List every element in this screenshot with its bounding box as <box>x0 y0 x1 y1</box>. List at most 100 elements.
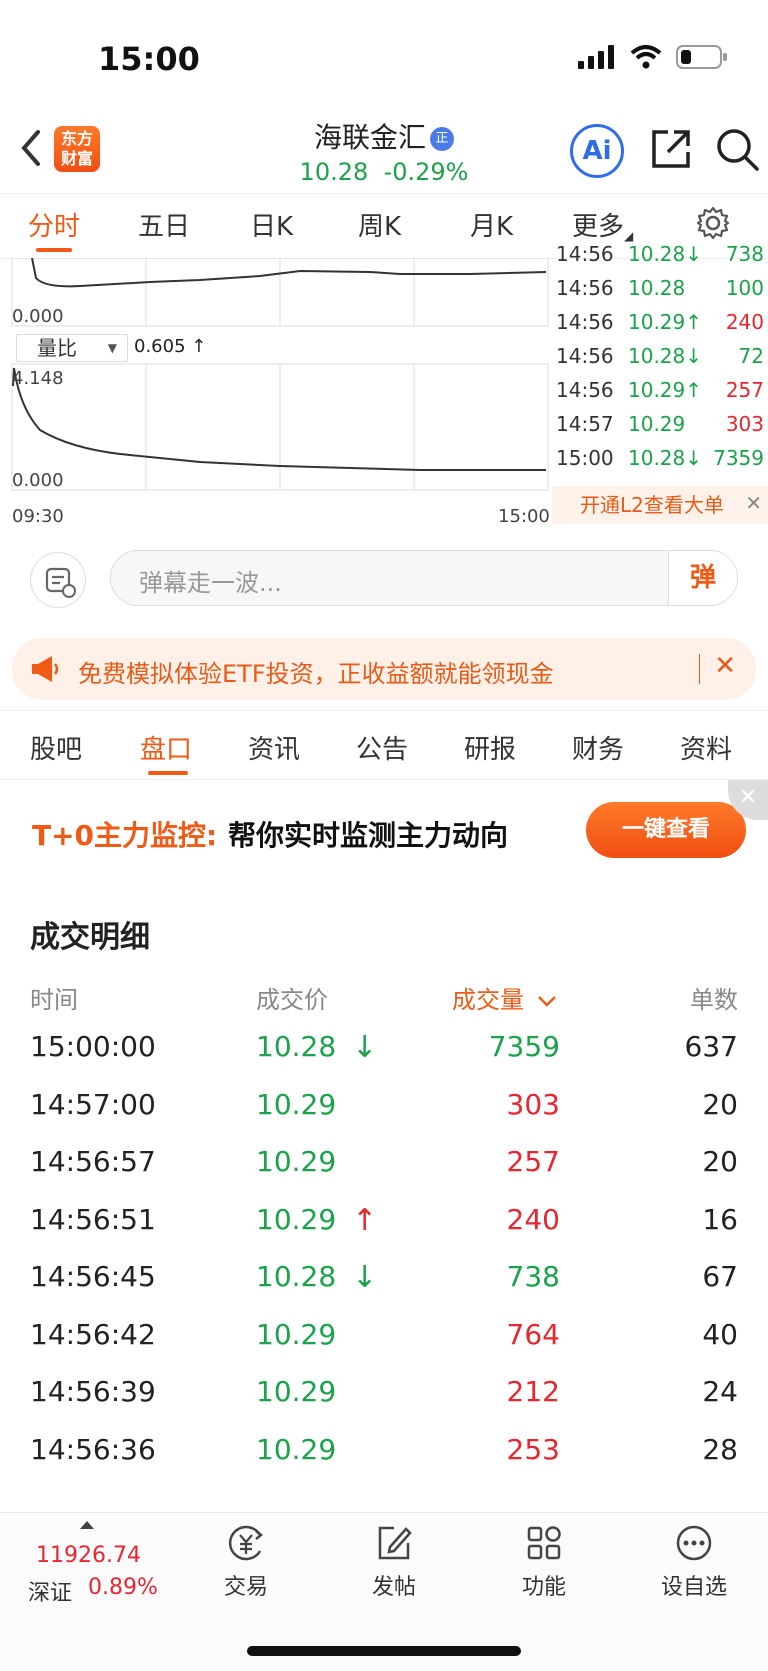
section-title: 成交明细 <box>30 920 150 955</box>
tab-intraday[interactable]: 分时 <box>28 206 80 243</box>
header-volume-sort[interactable]: 成交量 <box>452 980 558 1015</box>
danmaku-send-button[interactable]: 弹 <box>668 551 737 605</box>
row-price: 10.29 <box>256 1087 337 1121</box>
tab-forum[interactable]: 股吧 <box>30 729 82 766</box>
row-price: 10.29 <box>256 1432 337 1466</box>
tab-research[interactable]: 研报 <box>464 729 516 766</box>
tab-finance[interactable]: 财务 <box>572 729 624 766</box>
l2-upgrade-banner[interactable]: 开通L2查看大单 ✕ <box>552 486 768 524</box>
edit-icon <box>378 1526 412 1560</box>
time-end: 15:00 <box>498 506 550 527</box>
row-time: 14:56:36 <box>30 1432 156 1466</box>
tick-volume: 100 <box>725 276 764 300</box>
tick-row: 14:56 10.28 100 <box>552 276 768 310</box>
index-value[interactable]: 11926.74 <box>36 1543 141 1568</box>
t0-monitor-banner[interactable]: T+0主力监控: 帮你实时监测主力动向 一键查看 ✕ <box>0 780 768 880</box>
row-count: 20 <box>702 1087 738 1121</box>
tab-more[interactable]: 更多◢ <box>572 206 633 243</box>
danmaku-icon <box>45 567 76 598</box>
header-price: 成交价 <box>256 986 328 1014</box>
volume-axis-bottom: 0.000 <box>12 470 64 491</box>
table-row: 14:56:42 10.29 764 40 <box>0 1318 768 1379</box>
chevron-down-icon <box>537 996 556 1007</box>
row-volume: 212 <box>506 1375 560 1408</box>
volume-ratio-label: 量比 <box>37 336 77 360</box>
tab-order-book[interactable]: 盘口 <box>140 729 192 766</box>
header-count: 单数 <box>690 986 738 1014</box>
index-pct[interactable]: 0.89% <box>88 1575 158 1600</box>
nav-functions[interactable]: 功能 <box>494 1523 594 1601</box>
row-count: 637 <box>684 1030 738 1063</box>
row-time: 14:56:39 <box>30 1375 156 1408</box>
row-price: 10.29 <box>256 1145 337 1178</box>
danmaku-settings-button[interactable] <box>30 552 86 608</box>
row-count: 24 <box>702 1375 738 1408</box>
tab-five-day[interactable]: 五日 <box>138 206 190 243</box>
caret-up-icon[interactable] <box>80 1521 94 1529</box>
stock-name: 海联金汇 <box>313 121 426 154</box>
nav-trade[interactable]: 交易 <box>196 1523 296 1601</box>
row-volume: 764 <box>506 1317 560 1351</box>
tab-announcements[interactable]: 公告 <box>356 729 408 766</box>
search-icon[interactable] <box>716 128 760 172</box>
tab-news[interactable]: 资讯 <box>248 729 300 766</box>
megaphone-icon <box>32 656 59 682</box>
table-row: 14:56:39 10.29 212 24 <box>0 1375 768 1436</box>
header-time: 时间 <box>30 986 78 1014</box>
grid-icon <box>527 1526 561 1560</box>
danmaku-input[interactable]: 弹幕走一波... 弹 <box>110 550 738 606</box>
nav-trade-label: 交易 <box>223 1575 268 1600</box>
status-time: 15:00 <box>98 40 200 78</box>
row-time: 14:57:00 <box>30 1087 156 1121</box>
nav-add-watchlist[interactable]: 设自选 <box>644 1523 744 1601</box>
promo-divider <box>699 654 700 684</box>
tick-time: 14:56 <box>556 276 614 300</box>
row-price: 10.29 <box>256 1317 337 1351</box>
tab-daily-k[interactable]: 日K <box>250 206 293 243</box>
tick-row: 14:57 10.29 303 <box>552 412 768 446</box>
tab-monthly-k[interactable]: 月K <box>470 206 513 243</box>
tab-profile[interactable]: 资料 <box>680 729 732 766</box>
tick-row: 14:56 10.29↑ 257 <box>552 378 768 412</box>
more-icon <box>676 1525 712 1561</box>
promo-text: 免费模拟体验ETF投资，正收益额就能领现金 <box>78 660 554 688</box>
signal-icon <box>578 45 614 69</box>
settings-icon[interactable] <box>696 206 730 240</box>
share-icon[interactable] <box>650 128 692 170</box>
tab-weekly-k[interactable]: 周K <box>358 206 401 243</box>
ai-button[interactable]: Ai <box>570 124 624 178</box>
caret-down-icon: ▼ <box>107 341 117 355</box>
tick-time: 14:56 <box>556 344 614 368</box>
intraday-chart[interactable]: 0.000 4.148 0.000 09:30 15:00 <box>0 258 550 528</box>
tick-row: 14:56 10.29↑ 240 <box>552 310 768 344</box>
tick-price: 10.28↓ <box>628 446 703 470</box>
close-icon[interactable]: ✕ <box>714 651 736 681</box>
row-direction-arrow: ↓ <box>352 1030 378 1065</box>
close-icon[interactable]: ✕ <box>745 484 762 522</box>
caret-icon: ◢ <box>624 229 634 243</box>
row-time: 14:56:51 <box>30 1202 156 1236</box>
price-line <box>31 258 547 288</box>
header-volume: 成交量 <box>452 986 524 1014</box>
row-price: 10.28 <box>256 1260 337 1293</box>
table-row: 14:56:45 10.28 ↓ 738 67 <box>0 1260 768 1321</box>
tick-volume: 303 <box>725 412 764 436</box>
tick-time: 14:56 <box>556 378 614 402</box>
row-direction-arrow: ↑ <box>352 1202 378 1238</box>
stock-change-pct: -0.29% <box>383 158 469 186</box>
row-count: 16 <box>702 1202 738 1236</box>
view-now-button[interactable]: 一键查看 <box>586 802 746 858</box>
trade-icon <box>228 1525 264 1561</box>
volume-ratio-select[interactable]: 量比 ▼ <box>16 334 128 362</box>
nav-post[interactable]: 发帖 <box>344 1523 444 1601</box>
tick-volume: 738 <box>725 242 764 266</box>
row-time: 14:56:45 <box>30 1260 156 1293</box>
trade-table: 15:00:00 10.28 ↓ 7359 637 14:57:00 10.29 303 20 1… <box>0 1030 768 1510</box>
tick-time: 14:56 <box>556 310 614 334</box>
tick-time: 14:56 <box>556 242 614 266</box>
table-row: 14:56:51 10.29 ↑ 240 16 <box>0 1203 768 1264</box>
row-time: 14:56:57 <box>30 1145 156 1178</box>
tab-underline <box>36 248 72 252</box>
index-name[interactable]: 深证 <box>28 1575 72 1607</box>
promo-banner[interactable]: 免费模拟体验ETF投资，正收益额就能领现金 ✕ <box>12 638 756 700</box>
